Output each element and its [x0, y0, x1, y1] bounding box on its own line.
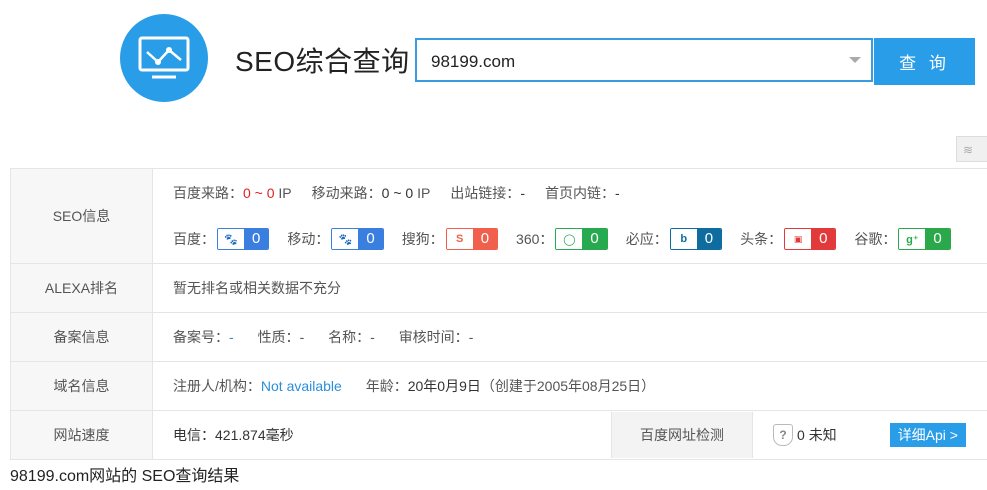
search-box[interactable] [415, 38, 873, 82]
result-caption: 98199.com网站的 SEO查询结果 [10, 468, 240, 485]
outbound-links: 出站链接：- [450, 185, 525, 201]
check-status-text: 未知 [808, 427, 837, 443]
domain-age: 20年0月9日 [407, 378, 481, 394]
shield-question-icon: ? [773, 424, 793, 446]
engine-sogou: 搜狗： S 0 [402, 228, 499, 250]
domain-label: 域名信息 [10, 361, 153, 411]
corner-tool[interactable]: ≋ [956, 136, 987, 162]
engine-mobile: 移动： 🐾 0 [287, 228, 384, 250]
speed-label: 网站速度 [10, 410, 153, 460]
speed-row: 电信：421.874毫秒 百度网址检测 ? 0 未知 详细Api > [152, 410, 987, 460]
alexa-label: ALEXA排名 [10, 263, 153, 313]
engine-bing: 必应： b 0 [626, 228, 723, 250]
seo-engines-row: 百度： 🐾 0 移动： 🐾 0 搜狗： S 0 360： ◯ 0 必应： b 0… [153, 216, 986, 262]
homepage-links: 首页内链：- [544, 185, 620, 201]
baidu-paw-icon: 🐾 [218, 229, 244, 249]
360-icon: ◯ [556, 229, 583, 249]
google-plus-icon: g⁺ [899, 229, 926, 249]
baidu-traffic-value: 0 ~ 0 [243, 185, 275, 201]
logo [120, 14, 208, 102]
check-status-num: 0 [797, 427, 805, 443]
toutiao-icon: ▣ [785, 229, 812, 249]
registrant-link[interactable]: Not available [261, 378, 342, 394]
engine-baidu: 百度： 🐾 0 [173, 228, 270, 250]
engine-360: 360： ◯ 0 [516, 228, 608, 250]
baidu-traffic: 百度来路：0 ~ 0 IP [173, 185, 292, 201]
mobile-traffic: 移动来路：0 ~ 0 IP [311, 185, 431, 201]
mobile-traffic-value: 0 ~ 0 [381, 185, 414, 201]
layers-icon: ≋ [963, 143, 974, 157]
domain-created: （创建于2005年08月25日） [480, 378, 656, 394]
icp-row: 备案号：- 性质：- 名称：- 审核时间：- [152, 312, 987, 362]
chart-monitor-icon [138, 36, 190, 79]
mobile-badge[interactable]: 🐾 0 [331, 228, 384, 250]
google-badge[interactable]: g⁺ 0 [898, 228, 951, 250]
q360-badge[interactable]: ◯ 0 [555, 228, 608, 250]
alexa-value: 暂无排名或相关数据不充分 [152, 263, 987, 313]
sogou-badge[interactable]: S 0 [445, 228, 499, 250]
domain-row: 注册人/机构：Not available 年龄：20年0月9日（创建于2005年… [152, 361, 987, 411]
engine-toutiao: 头条： ▣ 0 [740, 228, 837, 250]
baidu-url-check-result: ? 0 未知 详细Api > [752, 412, 987, 458]
baidu-badge[interactable]: 🐾 0 [217, 228, 270, 250]
page-title: SEO综合查询 [235, 46, 410, 77]
baidu-mobile-paw-icon: 🐾 [332, 229, 359, 249]
sogou-icon: S [446, 229, 473, 249]
search-button[interactable]: 查 询 [874, 38, 975, 85]
icp-number-value[interactable]: - [229, 329, 234, 345]
toutiao-badge[interactable]: ▣ 0 [784, 228, 837, 250]
baidu-url-check-label: 百度网址检测 [611, 412, 752, 458]
engine-google: 谷歌： g⁺ 0 [854, 228, 951, 250]
bing-icon: b [670, 229, 697, 249]
icp-label: 备案信息 [10, 312, 153, 362]
bing-badge[interactable]: b 0 [669, 228, 723, 250]
telecom-speed: 电信：421.874毫秒 [173, 427, 294, 443]
seo-traffic-row: 百度来路：0 ~ 0 IP 移动来路：0 ~ 0 IP 出站链接：- 首页内链：… [153, 170, 986, 216]
chevron-down-icon[interactable] [849, 57, 861, 63]
seo-info-table: SEO信息 百度来路：0 ~ 0 IP 移动来路：0 ~ 0 IP 出站链接：-… [10, 168, 987, 460]
search-input[interactable] [429, 49, 833, 75]
seo-info-label: SEO信息 [10, 168, 153, 264]
api-detail-button[interactable]: 详细Api > [889, 423, 966, 447]
